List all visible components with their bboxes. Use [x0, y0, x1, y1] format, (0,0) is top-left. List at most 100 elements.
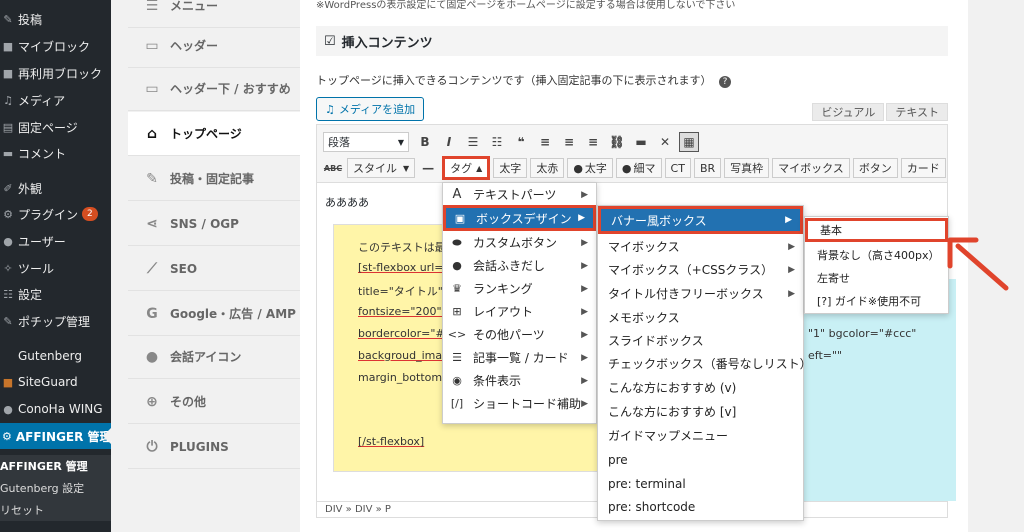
sidebar-item-pages[interactable]: ▤ 固定ページ	[0, 114, 111, 140]
tag-dropdown-menu: A テキストパーツ ▶ ▣ ボックスデザイン ▶ ⬬ カスタムボタン ▶ ● 会話ふきだし ▶ …	[442, 182, 597, 424]
menu-item-text-parts[interactable]: A テキストパーツ ▶	[443, 183, 596, 206]
nav-header[interactable]: ▭ ヘッダー	[128, 24, 300, 68]
nav-seo[interactable]: ⟋ SEO	[128, 247, 300, 291]
sidebar-item-media[interactable]: ♫ メディア	[0, 87, 111, 113]
blockquote-icon[interactable]: ❝	[511, 132, 531, 152]
sidebar-item-users[interactable]: ● ユーザー	[0, 228, 111, 254]
style-dropdown[interactable]: スタイル ▼	[347, 158, 416, 178]
menu-item-pre[interactable]: pre	[598, 448, 803, 471]
nav-chat-icon[interactable]: ● 会話アイコン	[128, 335, 300, 379]
menu-item-shortcode-helper[interactable]: [/] ショートコード補助 ▶	[443, 392, 596, 415]
nav-top-page[interactable]: ⌂ トップページ	[128, 112, 300, 156]
sidebar-item-gutenberg[interactable]: Gutenberg	[0, 343, 111, 369]
nav-other[interactable]: ⊕ その他	[128, 380, 300, 424]
chat-icon: ●	[145, 348, 159, 365]
strikethrough-icon[interactable]: ABC	[323, 158, 343, 178]
bold-red-button[interactable]: 太赤	[530, 158, 565, 178]
affinger-settings-nav: ☰ メニュー ▭ ヘッダー ▭ ヘッダー下 / おすすめ ⌂ トップページ ✎ 投稿・固定…	[128, 0, 300, 532]
button-button[interactable]: ボタン	[852, 158, 898, 178]
nav-header-below[interactable]: ▭ ヘッダー下 / おすすめ	[128, 67, 300, 111]
sidebar-item-affinger[interactable]: ⚙ AFFINGER 管理	[0, 423, 112, 449]
user-bold-button[interactable]: ● 太字	[567, 158, 613, 178]
menu-item-memo-box[interactable]: メモボックス	[598, 306, 803, 329]
menu-item-guide-unavailable[interactable]: [?] ガイド※使用不可	[805, 289, 948, 312]
reuse-icon: ■	[2, 66, 14, 80]
menu-item-left-align[interactable]: 左寄せ	[805, 266, 948, 289]
menu-item-pre-terminal[interactable]: pre: terminal	[598, 472, 803, 495]
br-button[interactable]: BR	[693, 158, 722, 178]
fullscreen-icon[interactable]: ✕	[655, 132, 675, 152]
ct-button[interactable]: CT	[664, 158, 691, 178]
menu-item-recommend-v[interactable]: こんな方におすすめ (v)	[598, 376, 803, 399]
grid-icon: ⊞	[452, 305, 462, 318]
pin-icon: ✎	[3, 12, 13, 26]
menu-item-custom-button[interactable]: ⬬ カスタムボタン ▶	[443, 231, 596, 254]
horizontal-rule-icon[interactable]: —	[418, 158, 438, 178]
sidebar-item-settings[interactable]: ☷ 設定	[0, 281, 111, 307]
text-a-icon: A	[452, 187, 462, 202]
menu-item-guide-map[interactable]: ガイドマップメニュー	[598, 424, 803, 447]
menu-item-basic[interactable]: 基本	[805, 218, 948, 242]
align-right-icon[interactable]: ≡	[583, 132, 603, 152]
menu-item-mybox-css[interactable]: マイボックス（+CSSクラス） ▶	[598, 258, 803, 281]
menu-item-mybox[interactable]: マイボックス ▶	[598, 235, 803, 258]
menu-item-check-box[interactable]: チェックボックス（番号なしリスト）	[598, 352, 812, 375]
menu-item-speech-bubble[interactable]: ● 会話ふきだし ▶	[443, 254, 596, 277]
menu-item-ranking[interactable]: ♛ ランキング ▶	[443, 277, 596, 300]
menu-item-conditional[interactable]: ◉ 条件表示 ▶	[443, 369, 596, 392]
align-center-icon[interactable]: ≡	[559, 132, 579, 152]
sidebar-item-reusable[interactable]: ■ 再利用ブロック	[0, 60, 111, 86]
sidebar-item-myblock[interactable]: ■ マイブロック	[0, 33, 111, 59]
sidebar-item-plugins[interactable]: ⚙ プラグイン 2	[0, 201, 111, 227]
sidebar-item-pochipp[interactable]: ✎ ポチップ管理	[0, 308, 111, 334]
bullet-list-icon[interactable]: ☰	[463, 132, 483, 152]
align-left-icon[interactable]: ≡	[535, 132, 555, 152]
menu-item-recommend-v-bracket[interactable]: こんな方におすすめ [v]	[598, 400, 803, 423]
menu-item-no-background[interactable]: 背景なし（高さ400px）	[805, 243, 948, 266]
nav-sns-ogp[interactable]: ⋖ SNS / OGP	[128, 202, 300, 246]
sidebar-item-tools[interactable]: ✧ ツール	[0, 255, 111, 281]
help-icon[interactable]: ?	[719, 76, 732, 88]
menu-item-titled-free-box[interactable]: タイトル付きフリーボックス ▶	[598, 282, 803, 305]
menu-item-banner-box[interactable]: バナー風ボックス ▶	[598, 206, 803, 234]
menu-item-article-list[interactable]: ☰ 記事一覧 / カード ▶	[443, 346, 596, 369]
toggle-icon: ⬬	[452, 235, 462, 249]
sidebar-item-siteguard[interactable]: ■ SiteGuard	[0, 369, 111, 395]
chevron-up-icon: ▲	[476, 163, 483, 173]
tab-text[interactable]: テキスト	[886, 103, 948, 121]
nav-google-ads-amp[interactable]: G Google・広告 / AMP	[128, 292, 300, 336]
menu-item-other-parts[interactable]: <> その他パーツ ▶	[443, 323, 596, 346]
sidebar-item-posts[interactable]: ✎ 投稿	[0, 6, 111, 32]
menu-item-box-design[interactable]: ▣ ボックスデザイン ▶	[443, 205, 596, 231]
menu-item-layout[interactable]: ⊞ レイアウト ▶	[443, 300, 596, 323]
box-icon: ▣	[454, 211, 466, 225]
mybox-button[interactable]: マイボックス	[772, 158, 850, 178]
read-more-icon[interactable]: ▬	[631, 132, 651, 152]
submenu-gutenberg-settings[interactable]: Gutenberg 設定	[0, 477, 111, 499]
menu-icon: ☰	[145, 0, 159, 14]
card-button[interactable]: カード	[900, 158, 946, 178]
bold-icon[interactable]: B	[415, 132, 435, 152]
sidebar-item-conoha[interactable]: ● ConoHa WING	[0, 396, 111, 422]
bold-text-button[interactable]: 太字	[493, 158, 528, 178]
sidebar-item-comments[interactable]: ▬ コメント	[0, 140, 111, 166]
numbered-list-icon[interactable]: ☷	[487, 132, 507, 152]
menu-item-pre-shortcode[interactable]: pre: shortcode	[598, 495, 803, 518]
home-icon: ⌂	[146, 125, 158, 142]
menu-item-slide-box[interactable]: スライドボックス	[598, 329, 803, 352]
tab-visual[interactable]: ビジュアル	[812, 103, 885, 121]
format-select[interactable]: 段落 ▼	[323, 132, 409, 152]
italic-icon[interactable]: I	[439, 132, 459, 152]
editor-tabs: ビジュアル テキスト	[810, 103, 948, 121]
toolbar-toggle-icon[interactable]: ▦	[679, 132, 699, 152]
submenu-reset[interactable]: リセット	[0, 499, 111, 521]
thin-marker-button[interactable]: ● 細マ	[615, 158, 662, 178]
photo-frame-button[interactable]: 写真枠	[724, 158, 770, 178]
submenu-affinger-manage[interactable]: AFFINGER 管理	[0, 455, 111, 477]
link-icon[interactable]: ⛓	[607, 132, 627, 152]
add-media-button[interactable]: ♫ メディアを追加	[316, 97, 425, 121]
nav-posts-pages[interactable]: ✎ 投稿・固定記事	[128, 157, 300, 201]
tag-dropdown[interactable]: タグ ▲	[442, 156, 491, 180]
nav-plugins[interactable]: ⏻ PLUGINS	[128, 425, 300, 469]
sidebar-item-appearance[interactable]: ✐ 外観	[0, 175, 111, 201]
